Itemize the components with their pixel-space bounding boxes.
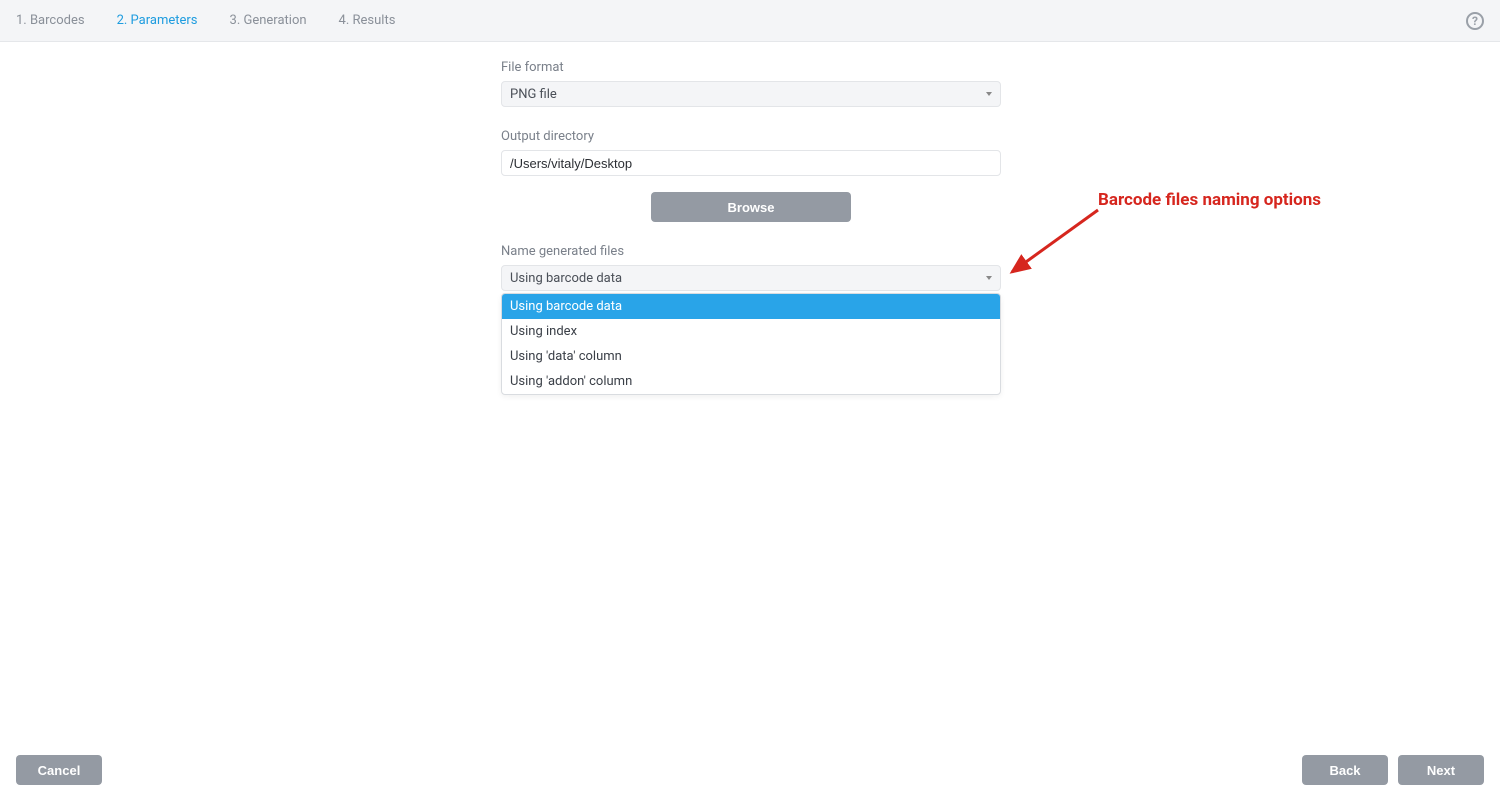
annotation-text: Barcode files naming options <box>1098 190 1321 210</box>
file-format-select[interactable]: PNG file <box>501 81 1001 107</box>
name-generated-select[interactable]: Using barcode data <box>501 265 1001 291</box>
output-directory-label: Output directory <box>501 129 1001 144</box>
next-button[interactable]: Next <box>1398 755 1484 785</box>
step-barcodes[interactable]: 1. Barcodes <box>16 13 85 28</box>
name-generated-dropdown-wrap: Using barcode data Using barcode data Us… <box>501 265 1001 291</box>
help-icon[interactable]: ? <box>1466 12 1484 30</box>
annotation-arrow-icon <box>1000 200 1110 290</box>
name-generated-label: Name generated files <box>501 244 1001 259</box>
name-option-addon-column[interactable]: Using 'addon' column <box>502 369 1000 394</box>
wizard-steps-bar: 1. Barcodes 2. Parameters 3. Generation … <box>0 0 1500 42</box>
step-generation[interactable]: 3. Generation <box>230 13 307 28</box>
chevron-down-icon <box>986 276 992 280</box>
step-results[interactable]: 4. Results <box>339 13 396 28</box>
parameters-form: File format PNG file Output directory Br… <box>501 60 1001 291</box>
footer-bar: Cancel Back Next <box>0 745 1500 795</box>
cancel-button[interactable]: Cancel <box>16 755 102 785</box>
output-directory-input[interactable] <box>501 150 1001 176</box>
back-button[interactable]: Back <box>1302 755 1388 785</box>
name-generated-options-list: Using barcode data Using index Using 'da… <box>501 293 1001 395</box>
chevron-down-icon <box>986 92 992 96</box>
name-option-index[interactable]: Using index <box>502 319 1000 344</box>
footer-nav: Back Next <box>1302 755 1484 785</box>
file-format-label: File format <box>501 60 1001 75</box>
name-option-data-column[interactable]: Using 'data' column <box>502 344 1000 369</box>
file-format-value: PNG file <box>510 87 557 102</box>
steps-container: 1. Barcodes 2. Parameters 3. Generation … <box>16 13 395 28</box>
name-generated-value: Using barcode data <box>510 271 622 286</box>
browse-button[interactable]: Browse <box>651 192 851 222</box>
step-parameters[interactable]: 2. Parameters <box>117 13 198 28</box>
name-option-barcode-data[interactable]: Using barcode data <box>502 294 1000 319</box>
